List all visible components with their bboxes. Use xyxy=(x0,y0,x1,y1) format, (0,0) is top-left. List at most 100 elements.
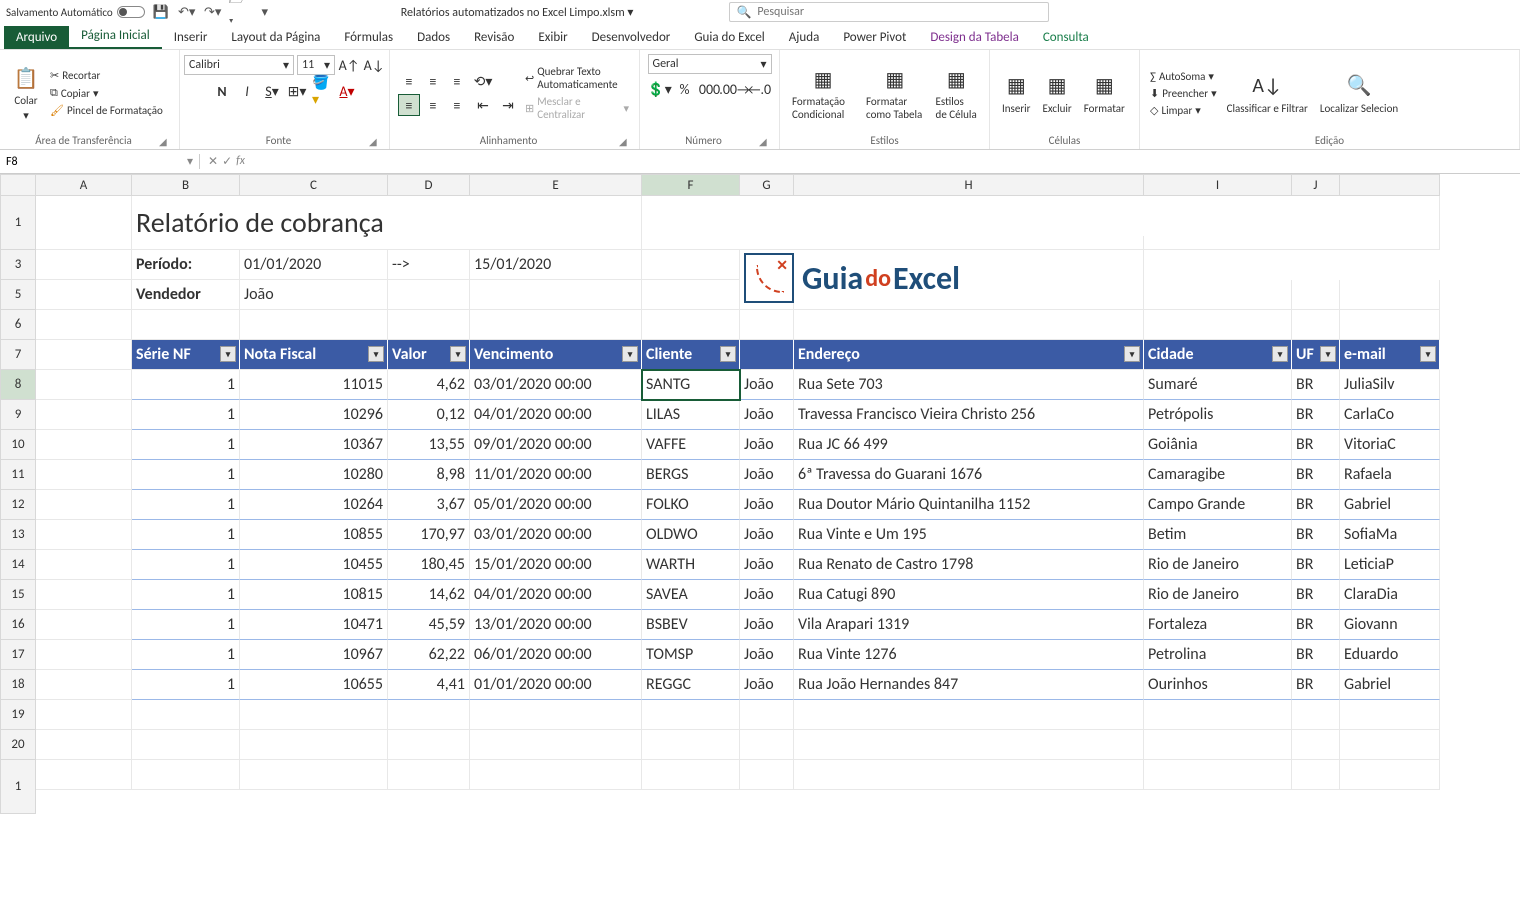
filter-icon[interactable]: ▾ xyxy=(622,346,638,362)
cell[interactable] xyxy=(1340,310,1440,340)
table-header[interactable]: Endereço▾ xyxy=(794,340,1144,370)
cell[interactable] xyxy=(1292,280,1340,310)
table-cell[interactable]: Rua Doutor Mário Quintanilha 1152 xyxy=(794,490,1144,520)
comma-icon[interactable]: 000 xyxy=(699,78,721,100)
decrease-indent-icon[interactable]: ⇤ xyxy=(472,94,494,116)
cell[interactable] xyxy=(740,700,794,730)
column-header[interactable]: I xyxy=(1144,174,1292,196)
table-header[interactable]: Nota Fiscal▾ xyxy=(240,340,388,370)
table-cell[interactable]: BR xyxy=(1292,580,1340,610)
table-cell[interactable]: BR xyxy=(1292,520,1340,550)
table-cell[interactable]: BR xyxy=(1292,550,1340,580)
cell[interactable] xyxy=(36,430,132,460)
toggle-icon[interactable] xyxy=(117,6,145,18)
font-size-combo[interactable]: 11▾ xyxy=(297,55,335,75)
underline-button[interactable]: S▾ xyxy=(261,80,283,102)
table-cell[interactable]: Gabriel xyxy=(1340,670,1440,700)
table-cell[interactable]: 05/01/2020 00:00 xyxy=(470,490,642,520)
row-header[interactable]: 17 xyxy=(0,640,36,670)
table-cell[interactable]: 1 xyxy=(132,580,240,610)
align-right-icon[interactable]: ≡ xyxy=(446,94,468,116)
cell[interactable] xyxy=(794,730,1144,760)
cell[interactable] xyxy=(36,640,132,670)
row-header[interactable]: 6 xyxy=(0,310,36,340)
cell[interactable] xyxy=(132,310,240,340)
accounting-icon[interactable]: 💲▾ xyxy=(649,78,671,100)
number-format-combo[interactable]: Geral▾ xyxy=(648,54,772,74)
table-cell[interactable]: João xyxy=(740,490,794,520)
table-cell[interactable]: 1 xyxy=(132,490,240,520)
cell[interactable] xyxy=(1144,280,1292,310)
column-header[interactable] xyxy=(1340,174,1440,196)
cell[interactable] xyxy=(1144,760,1292,790)
align-top-icon[interactable]: ≡ xyxy=(398,70,420,92)
table-cell[interactable]: SANTG xyxy=(642,370,740,400)
table-cell[interactable]: Rua Sete 703 xyxy=(794,370,1144,400)
tab-help[interactable]: Ajuda xyxy=(777,26,832,49)
column-header[interactable]: F xyxy=(642,174,740,196)
cell[interactable] xyxy=(132,760,240,790)
table-cell[interactable]: Travessa Francisco Vieira Christo 256 xyxy=(794,400,1144,430)
font-name-combo[interactable]: Calibri▾ xyxy=(184,55,294,75)
increase-font-icon[interactable]: A↑ xyxy=(338,54,360,76)
table-cell[interactable]: Rua Vinte 1276 xyxy=(794,640,1144,670)
filter-icon[interactable]: ▾ xyxy=(450,346,466,362)
cell[interactable] xyxy=(1144,310,1292,340)
cell[interactable] xyxy=(1340,730,1440,760)
redo-icon[interactable]: ↷▾ xyxy=(203,2,223,22)
column-header[interactable]: J xyxy=(1292,174,1340,196)
percent-icon[interactable]: % xyxy=(674,78,696,100)
name-box[interactable]: ▾ xyxy=(0,154,200,169)
table-cell[interactable]: BR xyxy=(1292,460,1340,490)
table-cell[interactable]: 13,55 xyxy=(388,430,470,460)
table-cell[interactable]: João xyxy=(740,460,794,490)
table-cell[interactable]: SofiaMa xyxy=(1340,520,1440,550)
table-cell[interactable]: João xyxy=(740,580,794,610)
insert-cells-button[interactable]: ▦Inserir xyxy=(998,70,1035,117)
formula-input[interactable] xyxy=(261,155,1512,169)
cell[interactable] xyxy=(240,700,388,730)
table-cell[interactable]: 10280 xyxy=(240,460,388,490)
cell[interactable] xyxy=(36,196,132,250)
table-cell[interactable]: Rua João Hernandes 847 xyxy=(794,670,1144,700)
cell[interactable] xyxy=(240,730,388,760)
row-header[interactable]: 19 xyxy=(0,700,36,730)
table-cell[interactable]: 10296 xyxy=(240,400,388,430)
dialog-launcher-icon[interactable]: ◢ xyxy=(159,135,171,147)
tab-review[interactable]: Revisão xyxy=(462,26,526,49)
table-cell[interactable]: Giovann xyxy=(1340,610,1440,640)
table-cell[interactable]: 10855 xyxy=(240,520,388,550)
table-cell[interactable]: Ourinhos xyxy=(1144,670,1292,700)
align-bottom-icon[interactable]: ≡ xyxy=(446,70,468,92)
table-cell[interactable]: 62,22 xyxy=(388,640,470,670)
tab-powerpivot[interactable]: Power Pivot xyxy=(831,26,918,49)
table-header[interactable]: Valor▾ xyxy=(388,340,470,370)
table-cell[interactable]: Vila Arapari 1319 xyxy=(794,610,1144,640)
table-cell[interactable]: 04/01/2020 00:00 xyxy=(470,580,642,610)
cell[interactable] xyxy=(794,700,1144,730)
cell[interactable] xyxy=(642,250,740,280)
table-header[interactable]: Vencimento▾ xyxy=(470,340,642,370)
clear-button[interactable]: ◇Limpar ▾ xyxy=(1148,103,1219,118)
align-center-icon[interactable]: ≡ xyxy=(422,94,444,116)
italic-button[interactable]: I xyxy=(236,80,258,102)
increase-indent-icon[interactable]: ⇥ xyxy=(497,94,519,116)
cell[interactable] xyxy=(1144,700,1292,730)
table-cell[interactable]: BR xyxy=(1292,370,1340,400)
tab-view[interactable]: Exibir xyxy=(526,26,579,49)
accept-icon[interactable]: ✓ xyxy=(222,154,232,169)
row-header[interactable]: 16 xyxy=(0,610,36,640)
cell[interactable] xyxy=(1340,760,1440,790)
row-header[interactable]: 1 xyxy=(0,196,36,250)
table-cell[interactable]: Betim xyxy=(1144,520,1292,550)
table-cell[interactable]: FOLKO xyxy=(642,490,740,520)
table-cell[interactable]: 10655 xyxy=(240,670,388,700)
table-cell[interactable]: 170,97 xyxy=(388,520,470,550)
cell[interactable] xyxy=(388,760,470,790)
decrease-font-icon[interactable]: A↓ xyxy=(363,54,385,76)
table-cell[interactable]: 03/01/2020 00:00 xyxy=(470,370,642,400)
table-cell[interactable]: JuliaSilv xyxy=(1340,370,1440,400)
save-icon[interactable]: 💾 xyxy=(151,2,171,22)
table-cell[interactable]: 45,59 xyxy=(388,610,470,640)
filter-icon[interactable]: ▾ xyxy=(1124,346,1140,362)
